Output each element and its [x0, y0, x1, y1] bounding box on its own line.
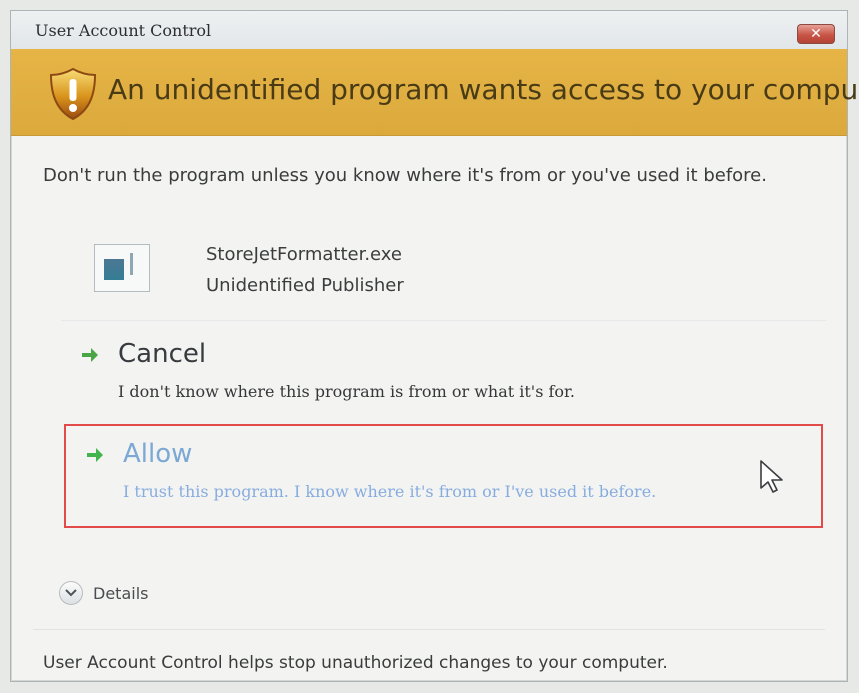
details-button[interactable]: Details — [59, 577, 148, 609]
warning-text: Don't run the program unless you know wh… — [43, 165, 767, 186]
cancel-option[interactable]: Cancel I don't know where this program i… — [61, 320, 826, 420]
green-arrow-icon — [82, 348, 98, 362]
window-title: User Account Control — [35, 21, 212, 40]
title-bar: User Account Control ✕ — [11, 11, 847, 50]
cancel-title: Cancel — [118, 339, 207, 369]
warning-banner: An unidentified program wants access to … — [11, 49, 859, 136]
dialog-content: Don't run the program unless you know wh… — [11, 136, 847, 681]
cancel-description: I don't know where this program is from … — [118, 382, 576, 401]
footer-divider — [33, 629, 825, 630]
program-name: StoreJetFormatter.exe — [206, 244, 402, 265]
mouse-cursor-icon — [760, 460, 783, 493]
banner-heading: An unidentified program wants access to … — [108, 73, 859, 106]
allow-option[interactable]: Allow I trust this program. I know where… — [64, 424, 823, 528]
green-arrow-icon — [87, 448, 103, 462]
program-publisher: Unidentified Publisher — [206, 275, 404, 296]
footer-text: User Account Control helps stop unauthor… — [43, 653, 668, 673]
program-bar-icon — [130, 253, 133, 275]
close-button[interactable]: ✕ — [797, 24, 835, 44]
uac-dialog: User Account Control ✕ An unidentified p… — [10, 10, 859, 682]
chevron-down-icon — [59, 581, 83, 605]
shield-warning-icon — [49, 67, 97, 121]
allow-title: Allow — [123, 439, 193, 469]
details-label: Details — [93, 583, 149, 603]
program-file-icon — [94, 244, 150, 292]
program-image-icon — [104, 259, 124, 280]
allow-description: I trust this program. I know where it's … — [123, 482, 657, 501]
